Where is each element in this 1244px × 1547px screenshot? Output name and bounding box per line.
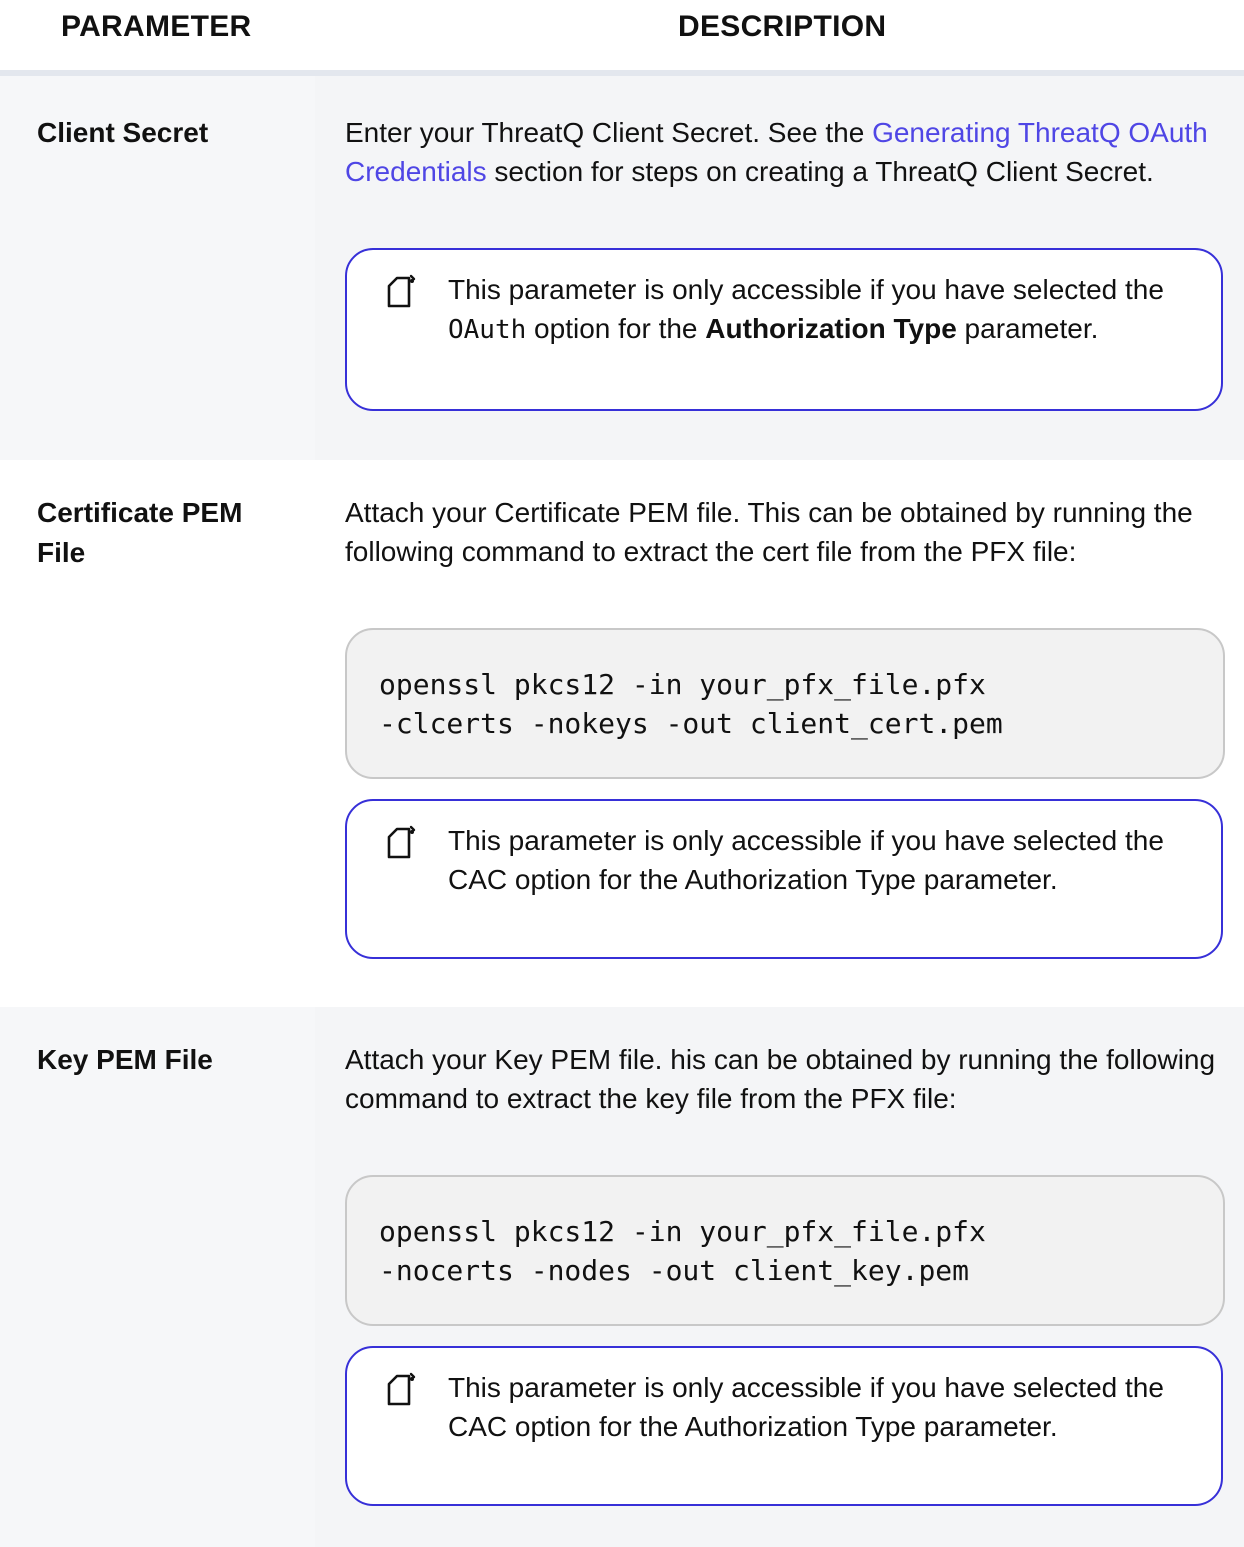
note-code: OAuth <box>448 315 527 345</box>
code-line: -clcerts -nokeys -out client_cert.pem <box>379 707 1003 740</box>
header-parameter: PARAMETER <box>61 10 252 43</box>
param-cell: Certificate PEM File <box>0 460 315 1007</box>
table-row: Client Secret Enter your ThreatQ Client … <box>0 76 1244 460</box>
code-block: openssl pkcs12 -in your_pfx_file.pfx -no… <box>345 1175 1225 1326</box>
table-header: PARAMETER DESCRIPTION <box>0 0 1244 76</box>
parameter-table: PARAMETER DESCRIPTION Client Secret Ente… <box>0 0 1244 1547</box>
note-text: This parameter is only accessible if you… <box>448 825 1164 895</box>
note-callout: This parameter is only accessible if you… <box>345 1346 1223 1506</box>
note-text: This parameter is only accessible if you… <box>448 1372 1164 1442</box>
description-text-part: Enter your ThreatQ Client Secret. See th… <box>345 117 873 148</box>
description-text-part: section for steps on creating a ThreatQ … <box>486 156 1154 187</box>
code-line: -nocerts -nodes -out client_key.pem <box>379 1254 970 1287</box>
param-name: Client Secret <box>37 117 209 148</box>
description-text: Attach your Key PEM file. his can be obt… <box>345 1044 1216 1114</box>
note-callout: This parameter is only accessible if you… <box>345 799 1223 959</box>
header-description: DESCRIPTION <box>678 10 887 43</box>
param-cell: Client Secret <box>0 76 315 460</box>
code-line: openssl pkcs12 -in your_pfx_file.pfx <box>379 668 986 701</box>
param-cell: Key PEM File <box>0 1007 315 1547</box>
param-name: Certificate PEM File <box>37 497 243 568</box>
note-bold: Authorization Type <box>705 313 957 344</box>
note-text-part: parameter. <box>956 313 1099 344</box>
note-text: This parameter is only accessible if you… <box>448 270 1188 350</box>
description-cell: Attach your Certificate PEM file. This c… <box>315 460 1244 1007</box>
note-icon <box>387 1372 416 1406</box>
description-cell: Enter your ThreatQ Client Secret. See th… <box>315 76 1244 460</box>
table-row: Key PEM File Attach your Key PEM file. h… <box>0 1007 1244 1547</box>
description-text: Enter your ThreatQ Client Secret. See th… <box>345 113 1225 191</box>
note-text-part: option for the <box>526 313 706 344</box>
note-icon <box>387 825 416 859</box>
note-callout: This parameter is only accessible if you… <box>345 248 1223 411</box>
param-name: Key PEM File <box>37 1044 213 1075</box>
note-text-part: This parameter is only accessible if you… <box>448 274 1164 305</box>
description-text: Attach your Certificate PEM file. This c… <box>345 497 1193 567</box>
table-row: Certificate PEM File Attach your Certifi… <box>0 460 1244 1007</box>
code-block: openssl pkcs12 -in your_pfx_file.pfx -cl… <box>345 628 1225 779</box>
description-cell: Attach your Key PEM file. his can be obt… <box>315 1007 1244 1547</box>
note-icon <box>387 274 416 308</box>
code-line: openssl pkcs12 -in your_pfx_file.pfx <box>379 1215 986 1248</box>
